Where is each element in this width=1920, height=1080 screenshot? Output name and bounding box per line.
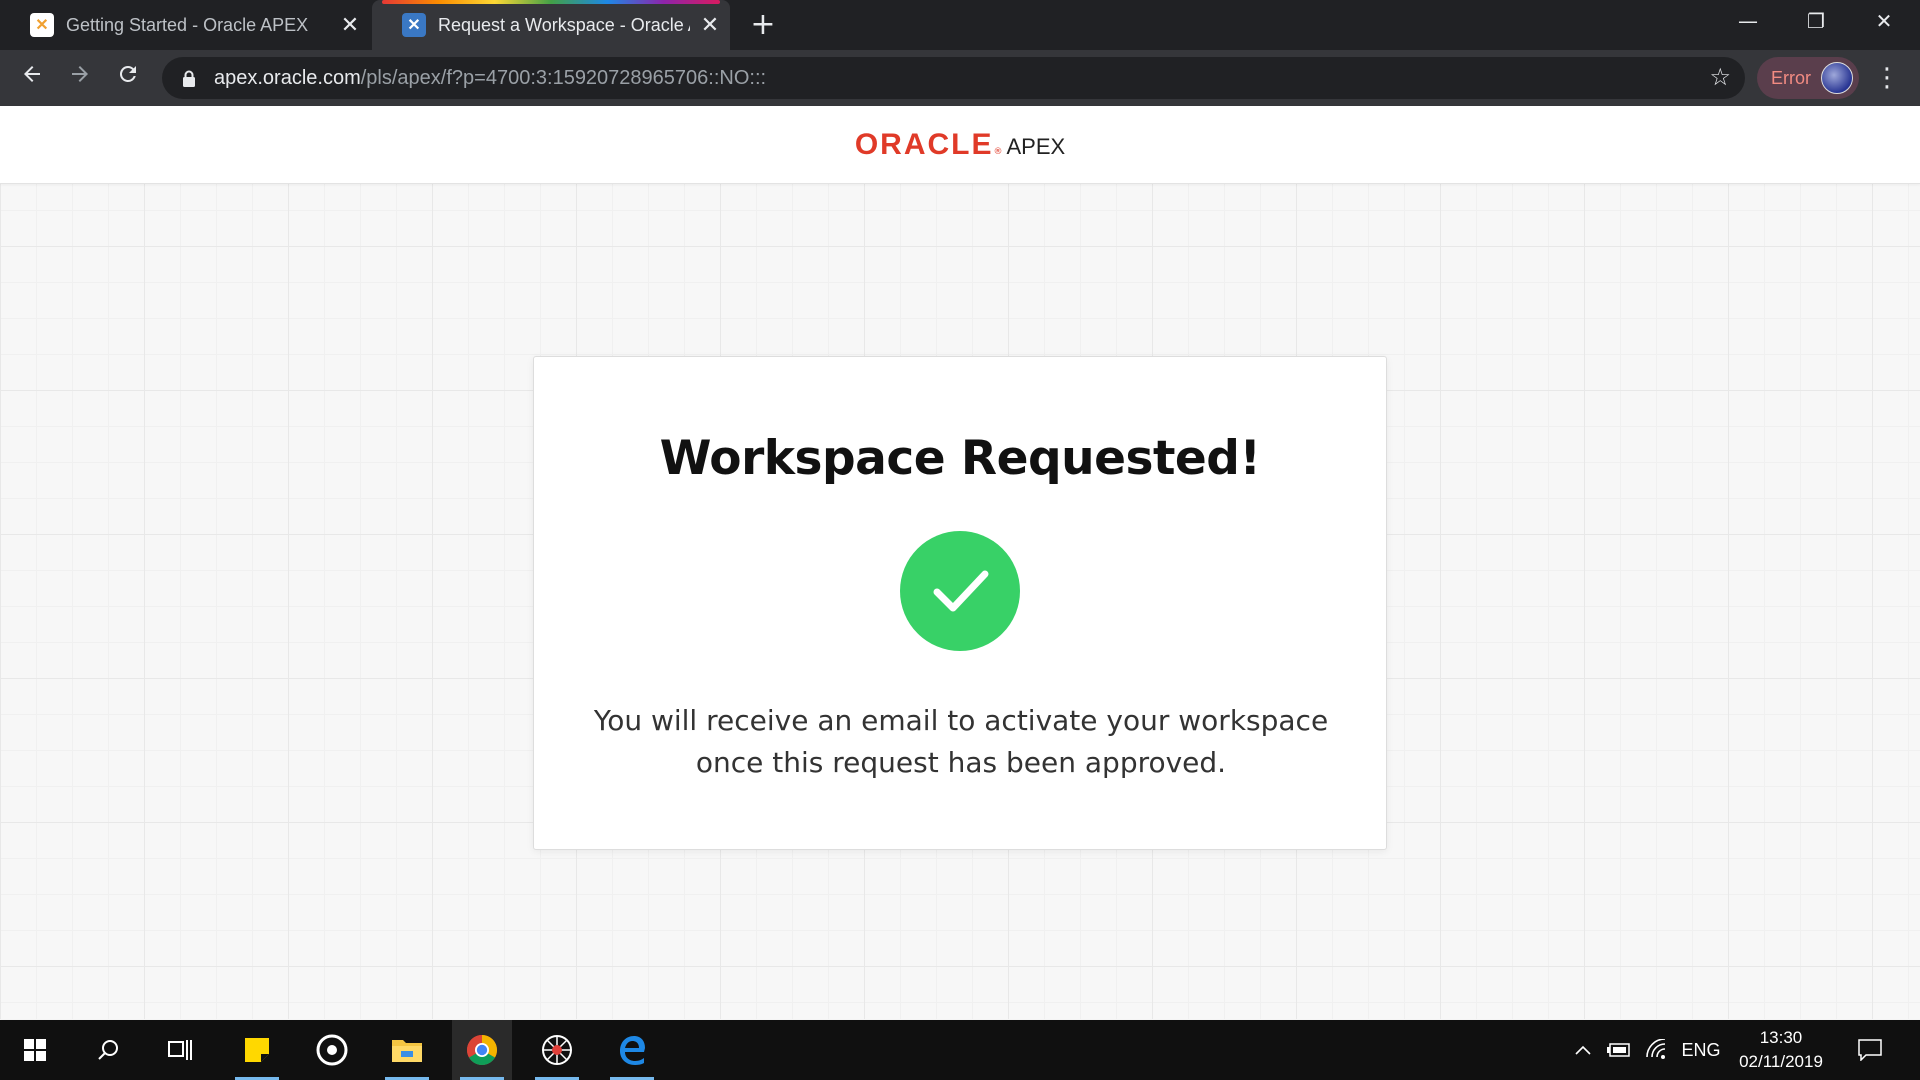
tab-title: Getting Started - Oracle APEX: [66, 14, 309, 35]
new-tab-button[interactable]: +: [745, 8, 781, 44]
tab-request-workspace[interactable]: ✕ Request a Workspace - Oracle Ap ✕: [372, 0, 730, 50]
browser-tab-strip: ✕ Getting Started - Oracle APEX ✕ ✕ Requ…: [0, 0, 1920, 50]
back-arrow-icon[interactable]: [12, 58, 52, 98]
search-icon[interactable]: [78, 1020, 138, 1080]
page-title: Workspace Requested!: [659, 431, 1261, 486]
message-line-2: once this request has been approved.: [695, 746, 1227, 779]
notification-center-icon[interactable]: [1848, 1020, 1892, 1080]
task-view-icon[interactable]: [150, 1020, 210, 1080]
tab-title: Request a Workspace - Oracle Ap: [438, 14, 690, 35]
tab-getting-started[interactable]: ✕ Getting Started - Oracle APEX ✕: [0, 0, 370, 50]
clock-time: 13:30: [1759, 1028, 1803, 1047]
oracle-apex-logo[interactable]: ORACLE ® APEX: [855, 128, 1065, 162]
minimize-button[interactable]: —: [1714, 0, 1782, 42]
bookmark-star-icon[interactable]: ☆: [1709, 63, 1731, 91]
reload-icon[interactable]: [108, 58, 148, 98]
battery-icon[interactable]: [1604, 1020, 1634, 1080]
window-close-button[interactable]: ✕: [1850, 0, 1918, 42]
web-app-icon[interactable]: [527, 1020, 587, 1080]
windows-start-icon[interactable]: [5, 1020, 65, 1080]
profile-status-label: Error: [1771, 67, 1811, 88]
chrome-icon[interactable]: [452, 1020, 512, 1080]
success-check-icon: [900, 531, 1020, 651]
edge-icon[interactable]: [602, 1020, 662, 1080]
tab-close-icon[interactable]: ✕: [690, 12, 730, 38]
system-clock[interactable]: 13:30 02/11/2019: [1728, 1026, 1834, 1074]
browser-toolbar: apex.oracle.com/pls/apex/f?p=4700:3:1592…: [0, 50, 1920, 106]
confirmation-card: Workspace Requested! You will receive an…: [533, 356, 1387, 850]
language-indicator[interactable]: ENG: [1680, 1020, 1722, 1080]
lock-icon[interactable]: [180, 69, 198, 87]
tab-loading-bar: [382, 0, 720, 4]
apex-favicon-icon: ✕: [30, 13, 54, 37]
app-header: ORACLE ® APEX: [0, 106, 1920, 184]
logo-oracle-text: ORACLE: [854, 127, 994, 161]
logo-registered-mark: ®: [993, 146, 1003, 157]
confirmation-message: You will receive an email to activate yo…: [574, 700, 1348, 784]
restore-button[interactable]: ❐: [1782, 0, 1850, 42]
address-bar[interactable]: apex.oracle.com/pls/apex/f?p=4700:3:1592…: [162, 57, 1745, 99]
tray-expand-icon[interactable]: [1568, 1020, 1598, 1080]
url-host: apex.oracle.com: [214, 66, 361, 89]
forward-arrow-icon[interactable]: [60, 58, 100, 98]
apex-favicon-icon: ✕: [402, 13, 426, 37]
kebab-menu-icon[interactable]: ⋮: [1872, 58, 1902, 98]
wifi-icon[interactable]: [1640, 1020, 1674, 1080]
avatar: [1821, 62, 1853, 94]
file-explorer-icon[interactable]: [377, 1020, 437, 1080]
tab-close-icon[interactable]: ✕: [330, 12, 370, 38]
message-line-1: You will receive an email to activate yo…: [593, 704, 1329, 737]
clock-date: 02/11/2019: [1739, 1052, 1823, 1071]
profile-button[interactable]: Error: [1757, 57, 1859, 99]
taskbar: ENG 13:30 02/11/2019: [0, 1020, 1920, 1080]
sticky-notes-icon[interactable]: [227, 1020, 287, 1080]
page-content: ORACLE ® APEX Workspace Requested! You w…: [0, 106, 1920, 1019]
app-circle-icon[interactable]: [302, 1020, 362, 1080]
url-path: /pls/apex/f?p=4700:3:15920728965706::NO:…: [360, 66, 767, 89]
logo-apex-text: APEX: [1006, 133, 1066, 159]
